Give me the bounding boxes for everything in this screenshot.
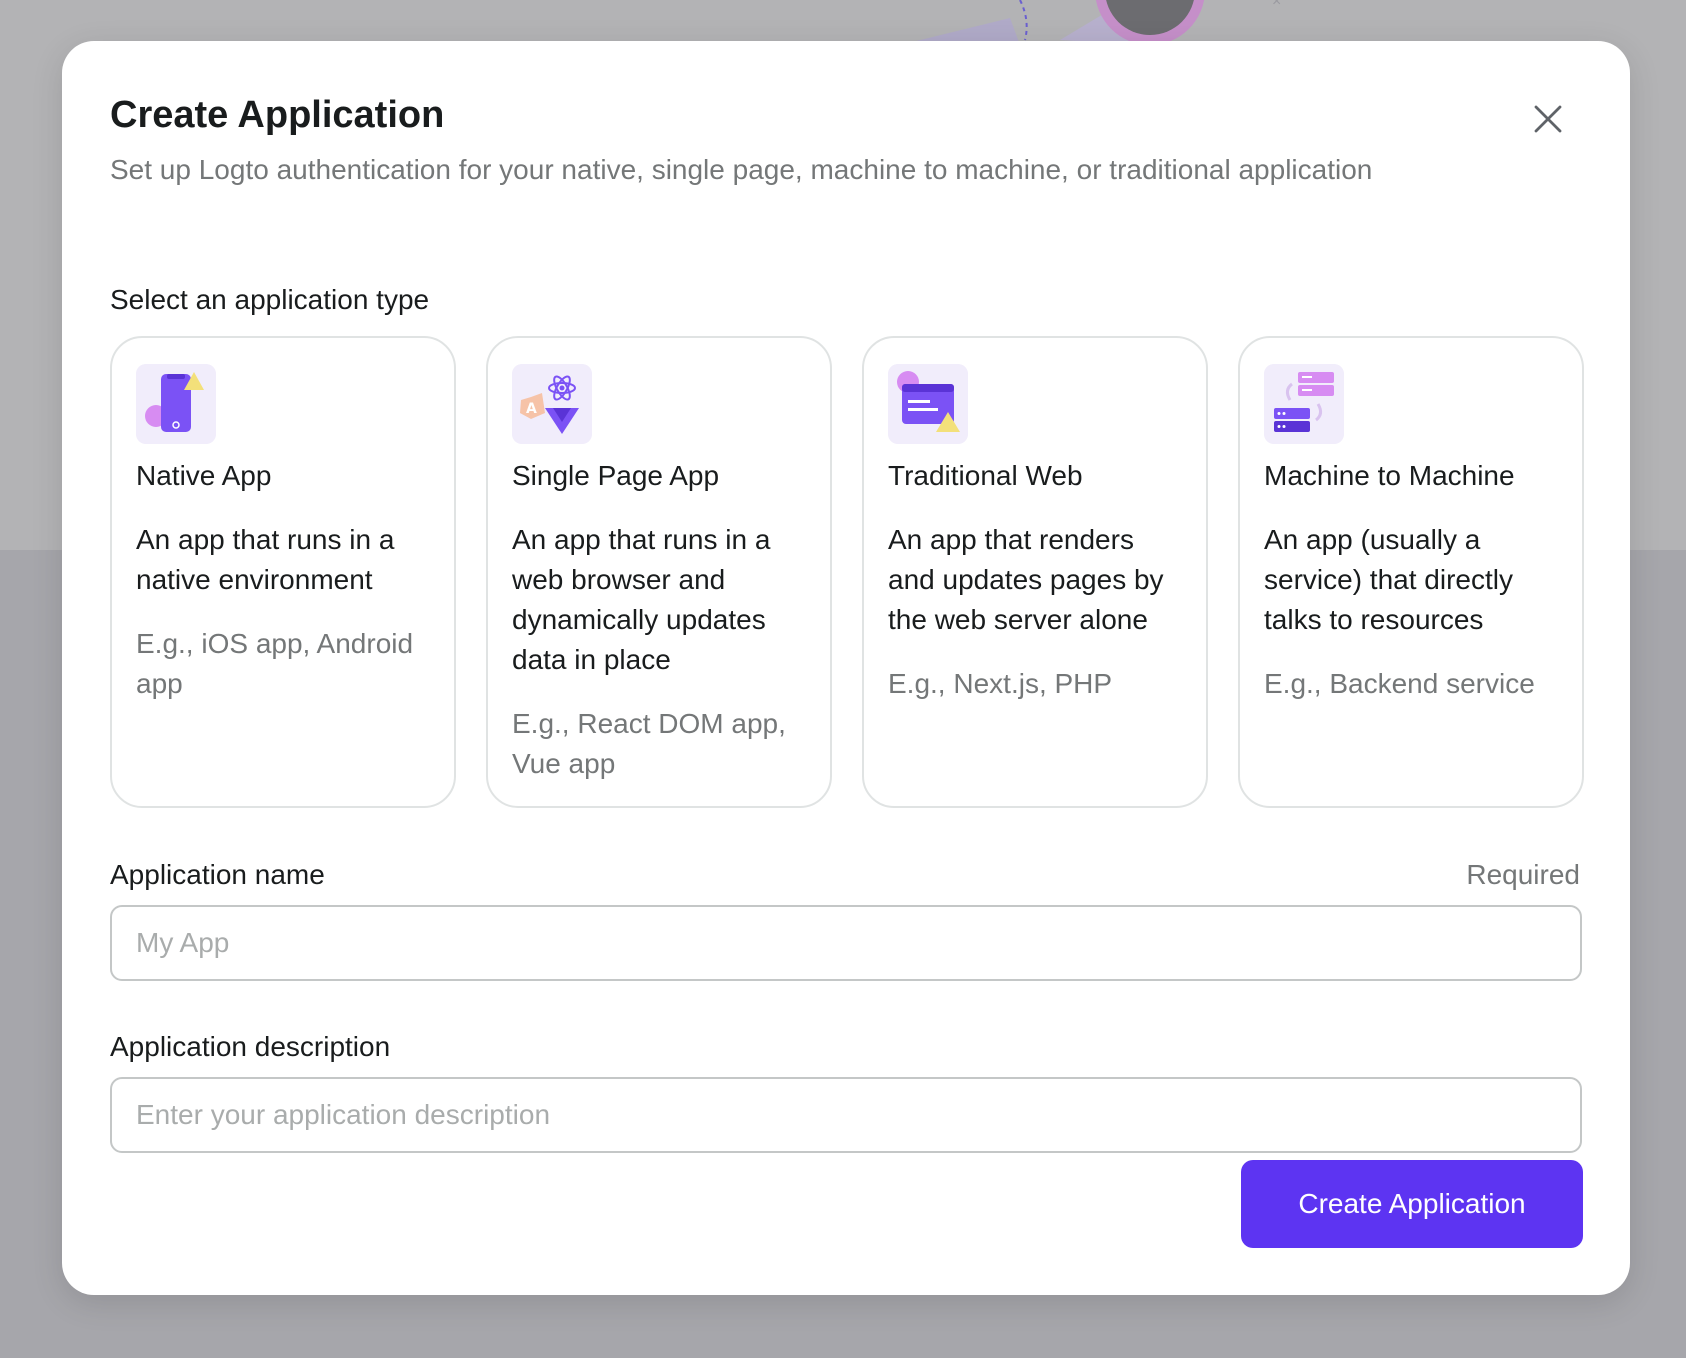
modal-title: Create Application (110, 94, 445, 136)
card-example: E.g., Backend service (1264, 668, 1535, 699)
native-app-icon (136, 364, 216, 444)
card-description: An app that runs in a web browser and dy… (512, 524, 771, 675)
svg-text:A: A (526, 401, 537, 417)
card-example: E.g., Next.js, PHP (888, 668, 1113, 699)
machine-to-machine-icon (1264, 364, 1344, 444)
card-native-app[interactable]: Native App An app that runs in a native … (110, 336, 456, 808)
card-traditional-web[interactable]: Traditional Web An app that renders and … (862, 336, 1208, 808)
create-application-button[interactable]: Create Application (1241, 1160, 1583, 1248)
traditional-web-icon (888, 364, 968, 444)
card-machine-to-machine[interactable]: Machine to Machine An app (usually a ser… (1238, 336, 1584, 808)
application-name-input[interactable] (110, 905, 1582, 981)
create-application-modal: Create Application Set up Logto authenti… (62, 41, 1630, 1295)
application-description-input[interactable] (110, 1077, 1582, 1153)
card-description: An app that renders and updates pages by… (888, 524, 1164, 635)
card-example: E.g., iOS app, Android app (136, 628, 414, 699)
card-title: Single Page App (512, 460, 720, 491)
close-button[interactable] (1524, 95, 1572, 143)
card-single-page-app[interactable]: A Single Page App An app that runs in a … (486, 336, 832, 808)
card-description: An app that runs in a native environment (136, 524, 395, 595)
close-icon (1534, 105, 1562, 133)
single-page-app-icon: A (512, 364, 592, 444)
modal-subtitle: Set up Logto authentication for your nat… (110, 154, 1373, 185)
required-indicator: Required (1466, 859, 1580, 890)
application-description-label: Application description (110, 1031, 391, 1062)
card-title: Traditional Web (888, 460, 1083, 491)
application-type-label: Select an application type (110, 284, 430, 315)
application-name-label: Application name (110, 859, 325, 890)
card-description: An app (usually a service) that directly… (1264, 524, 1513, 635)
svg-text:×: × (1272, 0, 1281, 10)
card-example: E.g., React DOM app, Vue app (512, 708, 786, 779)
application-type-cards: Native App An app that runs in a native … (110, 336, 1584, 808)
card-title: Native App (136, 460, 272, 491)
card-title: Machine to Machine (1264, 460, 1515, 491)
